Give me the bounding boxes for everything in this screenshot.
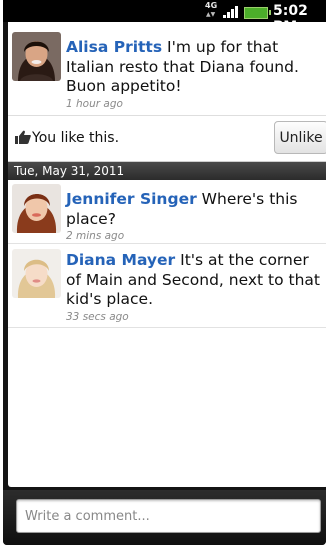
avatar[interactable]: [12, 249, 61, 298]
comment-author[interactable]: Jennifer Singer: [66, 190, 197, 208]
comment-author[interactable]: Diana Mayer: [66, 251, 175, 269]
like-status-text: You like this.: [32, 130, 120, 146]
unlike-button[interactable]: Unlike: [274, 121, 326, 154]
comment-time: 33 secs ago: [66, 310, 129, 323]
comment-author[interactable]: Alisa Pritts: [66, 38, 162, 56]
comment-time: 1 hour ago: [66, 97, 123, 110]
comment-input[interactable]: [16, 499, 321, 533]
comment-body: Diana Mayer It's at the corner of Main a…: [66, 251, 322, 324]
date-header: Tue, May 31, 2011: [8, 162, 326, 180]
comments-panel: Alisa Pritts I'm up for that Italian res…: [8, 22, 326, 487]
comment-body: Alisa Pritts I'm up for that Italian res…: [66, 38, 322, 111]
status-bar: 4G ▲▼ 5:02 PM: [3, 0, 326, 35]
comment-body: Jennifer Singer Where's this place? 2 mi…: [66, 190, 322, 243]
signal-icon: [223, 6, 239, 18]
avatar[interactable]: [12, 32, 61, 81]
thumbs-up-icon: [15, 130, 31, 144]
data-activity-icon: ▲▼: [206, 11, 216, 18]
comment-time: 2 mins ago: [66, 230, 125, 242]
avatar[interactable]: [12, 184, 61, 233]
network-type: 4G: [205, 1, 218, 10]
divider: [8, 327, 326, 328]
divider: [8, 243, 326, 244]
battery-icon: [244, 7, 271, 19]
like-bar: You like this. Unlike: [8, 115, 326, 162]
phone-screen: 4G ▲▼ 5:02 PM Alis: [3, 0, 326, 545]
comment-bar: [3, 490, 326, 545]
